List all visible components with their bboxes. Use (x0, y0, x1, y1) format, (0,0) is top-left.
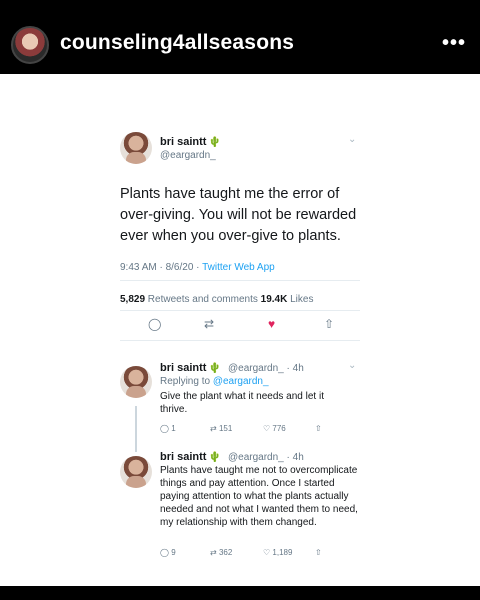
divider (120, 280, 360, 281)
reply-text: Give the plant what it needs and let it … (160, 391, 324, 415)
heart-icon: ♡ 1,189 (263, 548, 293, 557)
replying-to-handle: @eargardn_ (212, 376, 269, 387)
retweet-icon: ⇄ (204, 317, 215, 331)
likes-label: Likes (287, 294, 314, 305)
reply-actions-2: ◯ 9 ⇄ 362 ♡ 1,189 ⇧ (160, 548, 330, 560)
share-icon: ⇧ (315, 548, 322, 557)
more-options-icon[interactable]: ••• (442, 32, 466, 55)
heart-icon: ♡ 776 (263, 424, 286, 433)
tweet-source-link: Twitter Web App (202, 262, 275, 273)
tweet-text: Plants have taught me the error of over-… (120, 186, 357, 244)
like-count: 1,189 (272, 548, 293, 557)
reply-author-avatar (120, 456, 152, 488)
reply-icon: ◯ (148, 317, 162, 331)
share-icon: ⇧ (315, 424, 322, 433)
profile-avatar[interactable] (11, 26, 49, 64)
tweet-actions: ◯ ⇄ ♥ ⇧ (120, 317, 360, 333)
retweet-count: 151 (218, 424, 233, 433)
post-image: bri saintt 🌵 @eargardn_ ⌄ Plants have tau… (0, 74, 480, 586)
reply-handle-time: @eargardn_ · 4h (228, 363, 304, 374)
tweet-timestamp: 9:43 AM · 8/6/20 · (120, 262, 203, 273)
tweet-stats: 5,829 Retweets and comments 19.4K Likes (120, 294, 313, 305)
share-icon: ⇧ (324, 317, 335, 331)
reply-author-avatar (120, 366, 152, 398)
thread-line (135, 406, 137, 452)
retweet-icon: ⇄ 151 (210, 424, 233, 433)
tweet-author-name: bri saintt 🌵 (160, 136, 221, 148)
tweet-author-avatar (120, 132, 152, 164)
tweet-author-handle: @eargardn_ (160, 150, 216, 161)
divider (120, 310, 360, 311)
retweets-label: Retweets and comments (145, 294, 261, 305)
cactus-icon: 🌵 (208, 363, 221, 374)
profile-username[interactable]: counseling4allseasons (60, 31, 294, 55)
chevron-down-icon: ⌄ (348, 134, 357, 145)
reply-icon: ◯ 1 (160, 424, 176, 433)
reply-icon: ◯ 9 (160, 548, 176, 557)
likes-count: 19.4K (260, 294, 288, 305)
retweet-icon: ⇄ 362 (210, 548, 233, 557)
replying-to: Replying to @eargardn_ (160, 376, 269, 387)
tweet-screenshot: bri saintt 🌵 @eargardn_ ⌄ Plants have tau… (110, 124, 365, 594)
chevron-down-icon: ⌄ (348, 360, 357, 371)
reply-count: 1 (171, 424, 176, 433)
reply-handle-time-2: @eargardn_ · 4h (228, 452, 304, 463)
reply-actions: ◯ 1 ⇄ 151 ♡ 776 ⇧ (160, 424, 330, 436)
reply-text-2: Plants have taught me not to overcomplic… (160, 465, 358, 528)
like-count: 776 (272, 424, 286, 433)
cactus-icon: 🌵 (208, 452, 221, 463)
divider (120, 340, 360, 341)
cactus-icon: 🌵 (208, 137, 221, 148)
retweets-count: 5,829 (120, 294, 146, 305)
retweet-count: 362 (218, 548, 233, 557)
reply-count: 9 (171, 548, 176, 557)
instagram-footer (0, 586, 480, 600)
reply-author-name-2: bri saintt 🌵 (160, 451, 221, 463)
heart-icon: ♥ (268, 317, 276, 331)
tweet-meta: 9:43 AM · 8/6/20 · Twitter Web App (120, 262, 275, 273)
reply-author-name: bri saintt 🌵 (160, 362, 221, 374)
